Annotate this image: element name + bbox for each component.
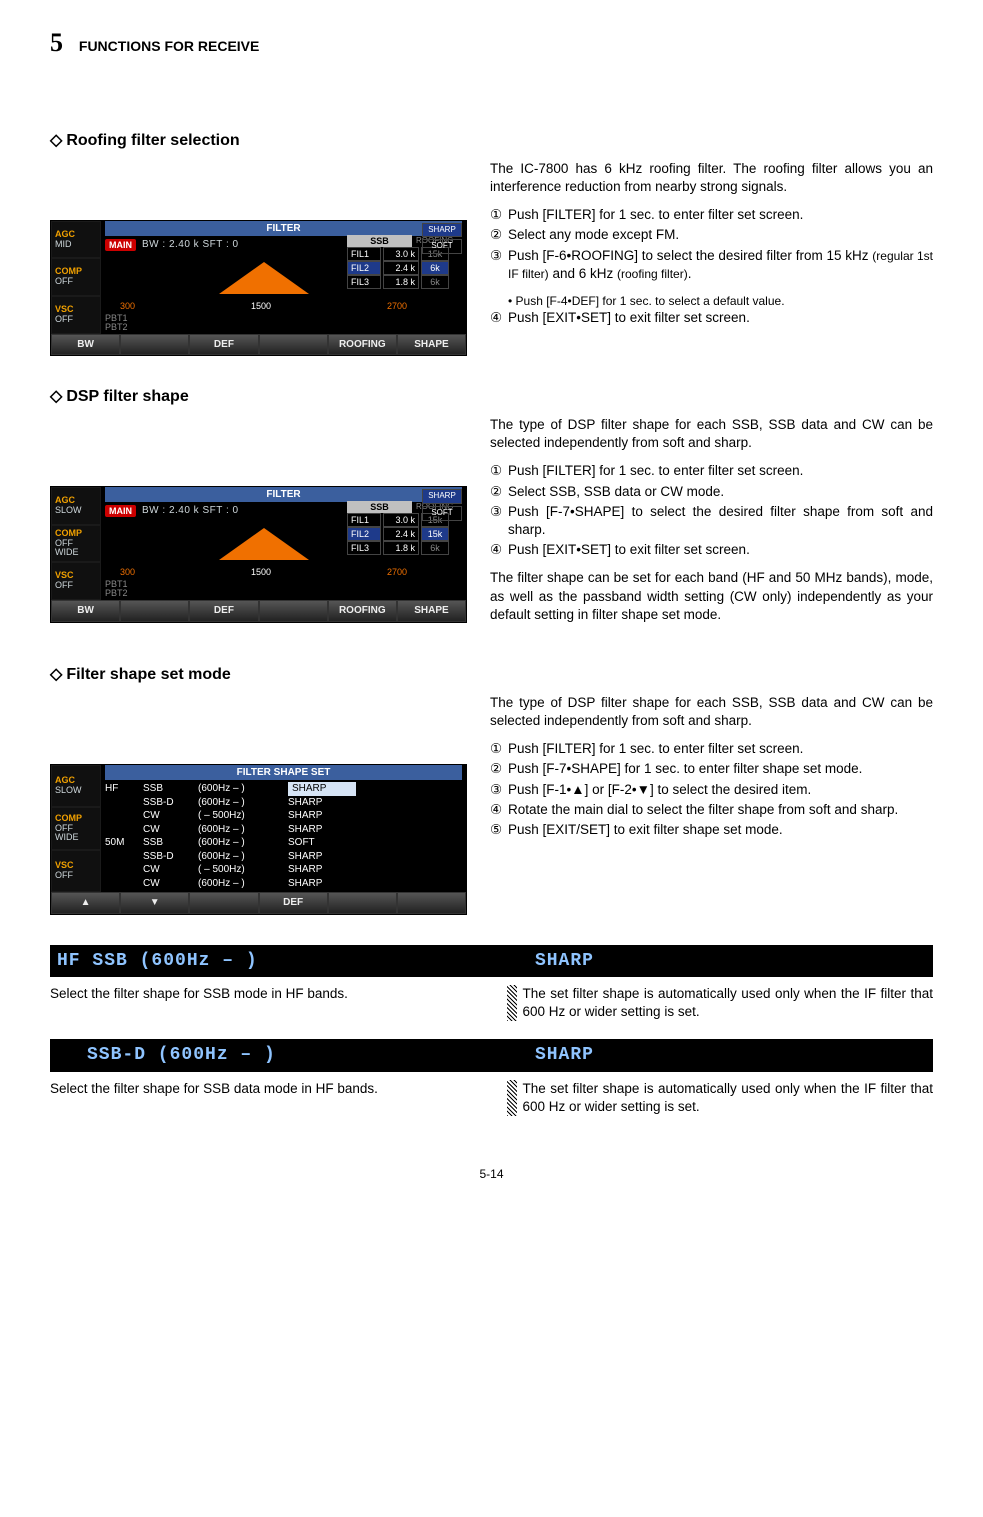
info-box-hf-ssb: HF SSB (600Hz – ) SHARP — [50, 945, 933, 977]
info-left-desc: Select the filter shape for SSB data mod… — [50, 1080, 477, 1116]
softkey-roofing[interactable]: ROOFING — [328, 334, 397, 356]
step-text: Push [EXIT•SET] to exit filter set scree… — [508, 309, 933, 327]
dsp-outro: The filter shape can be set for each ban… — [490, 569, 933, 624]
info-box-ssb-d: SSB-D (600Hz – ) SHARP — [50, 1039, 933, 1071]
strip-left: SSB-D (600Hz – ) — [57, 1043, 535, 1067]
softkey-shape[interactable]: SHAPE — [397, 334, 466, 356]
step-text: Select any mode except FM. — [508, 226, 933, 244]
soft-indicator: SOFT — [422, 239, 462, 254]
freq-low: 300 — [120, 300, 135, 312]
hatch-icon — [507, 985, 517, 1021]
page-footer: 5-14 — [50, 1166, 933, 1182]
fss-row: HFSSB(600Hz – )SHARP — [105, 782, 462, 796]
dsp-intro: The type of DSP filter shape for each SS… — [490, 416, 933, 452]
freq-mid: 1500 — [251, 300, 271, 312]
filter-screen-roofing: AGCMID COMPOFF VSCOFF FILTER MAIN BW : 2… — [50, 220, 467, 357]
bw-readout: BW : 2.40 k SFT : 0 — [142, 238, 239, 252]
softkey-bw[interactable]: BW — [51, 334, 120, 356]
chapter-title: FUNCTIONS FOR RECEIVE — [79, 38, 259, 54]
section-title-fss: ◇Filter shape set mode — [50, 664, 933, 686]
fss-row: SSB-D(600Hz – )SHARP — [105, 850, 462, 864]
fss-intro: The type of DSP filter shape for each SS… — [490, 694, 933, 730]
section-title-roofing: ◇Roofing filter selection — [50, 130, 933, 152]
softkey-def[interactable]: DEF — [259, 892, 328, 914]
diamond-icon: ◇ — [50, 388, 62, 405]
softkey-down[interactable]: ▼ — [120, 892, 189, 914]
softkey-up[interactable]: ▲ — [51, 892, 120, 914]
sub-note: • Push [F-4•DEF] for 1 sec. to select a … — [508, 293, 933, 309]
strip-left: HF SSB (600Hz – ) — [57, 949, 535, 973]
strip-right: SHARP — [535, 1043, 926, 1067]
info-right-desc: The set filter shape is automatically us… — [523, 1080, 934, 1116]
fss-row: CW( – 500Hz)SHARP — [105, 863, 462, 877]
diamond-icon: ◇ — [50, 666, 62, 683]
section-title-dsp: ◇DSP filter shape — [50, 386, 933, 408]
chapter-number: 5 — [50, 28, 63, 57]
fss-row: CW( – 500Hz)SHARP — [105, 809, 462, 823]
hatch-icon — [507, 1080, 517, 1116]
step-text: Push [FILTER] for 1 sec. to enter filter… — [508, 206, 933, 224]
fss-row: SSB-D(600Hz – )SHARP — [105, 796, 462, 810]
filter-screen-dsp: AGCSLOW COMPOFFWIDE VSCOFF FILTER MAIN B… — [50, 486, 467, 623]
info-right-desc: The set filter shape is automatically us… — [523, 985, 934, 1021]
strip-right: SHARP — [535, 949, 926, 973]
page-header: 5 FUNCTIONS FOR RECEIVE — [50, 25, 933, 60]
softkey-def[interactable]: DEF — [189, 334, 258, 356]
step-text: Push [F-6•ROOFING] to select the desired… — [508, 247, 933, 283]
roofing-intro: The IC-7800 has 6 kHz roofing filter. Th… — [490, 160, 933, 196]
mode-header: SSB — [347, 235, 412, 247]
filter-shape-set-screen: AGCSLOW COMPOFFWIDE VSCOFF FILTER SHAPE … — [50, 764, 467, 915]
fss-row: CW(600Hz – )SHARP — [105, 823, 462, 837]
freq-high: 2700 — [387, 300, 407, 312]
sharp-indicator: SHARP — [422, 223, 462, 238]
diamond-icon: ◇ — [50, 132, 62, 149]
softkey-row: BW DEF ROOFING SHAPE — [51, 334, 466, 356]
fss-row: CW(600Hz – )SHARP — [105, 877, 462, 891]
main-badge: MAIN — [105, 239, 136, 251]
info-left-desc: Select the filter shape for SSB mode in … — [50, 985, 477, 1021]
fss-row: 50MSSB(600Hz – )SOFT — [105, 836, 462, 850]
